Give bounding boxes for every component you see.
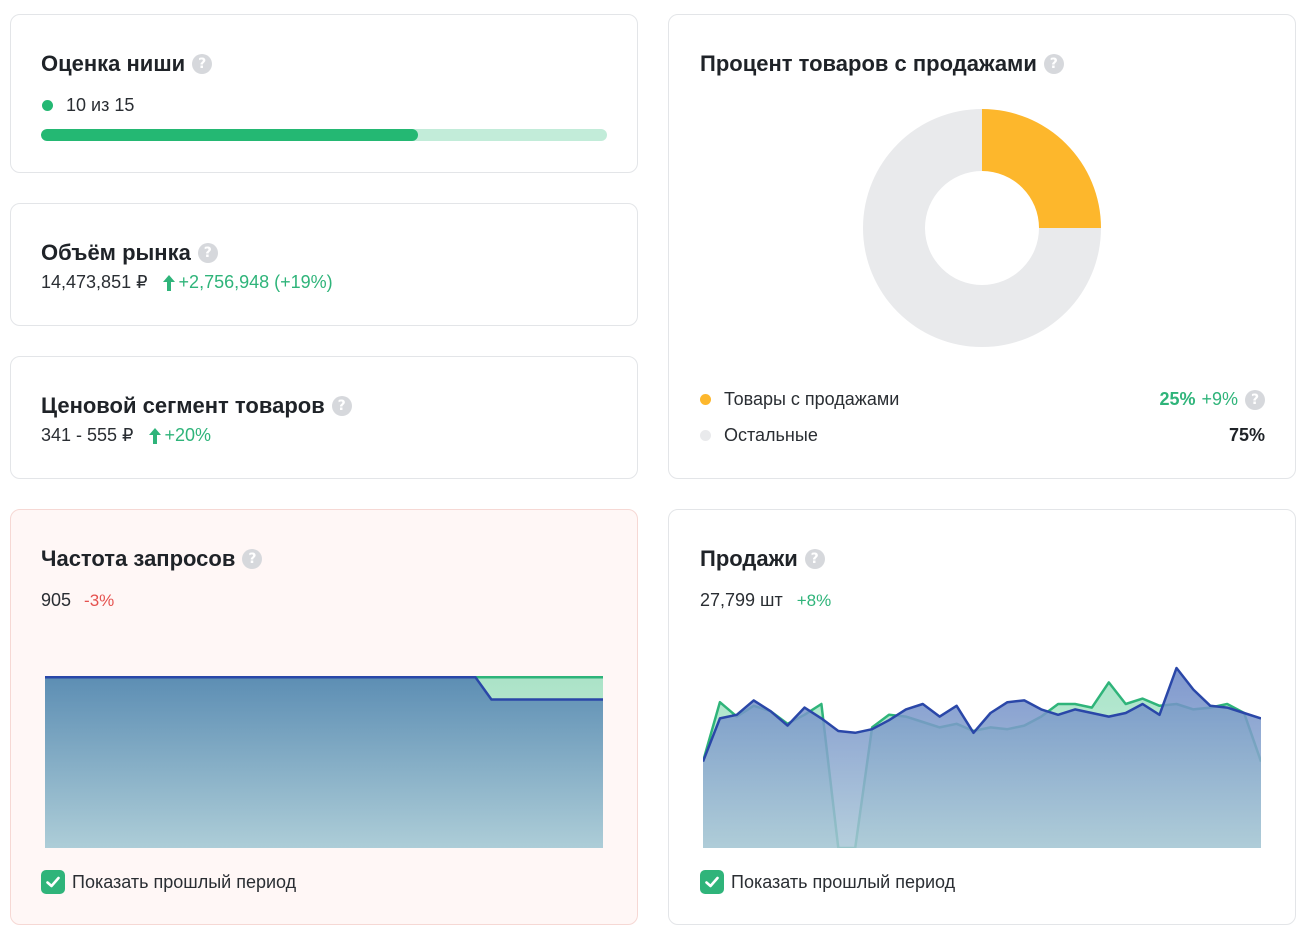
market-volume-title: Объём рынка ? bbox=[41, 240, 218, 266]
niche-score-value: 10 из 15 bbox=[41, 95, 134, 116]
help-icon[interactable]: ? bbox=[1043, 54, 1064, 74]
help-icon[interactable]: ? bbox=[197, 243, 218, 263]
price-segment-title-text: Ценовой сегмент товаров bbox=[41, 393, 325, 418]
legend-label: Остальные bbox=[724, 425, 818, 445]
arrow-up-icon bbox=[162, 274, 175, 291]
legend-item-others: Остальные bbox=[700, 425, 818, 446]
sales-count: 27,799 шт bbox=[700, 590, 783, 610]
query-frequency-area-chart bbox=[45, 676, 603, 848]
niche-score-title: Оценка ниши ? bbox=[41, 51, 213, 77]
show-previous-period-label: Показать прошлый период bbox=[72, 871, 297, 892]
area-fill-current bbox=[703, 668, 1261, 848]
help-icon[interactable]: ? bbox=[192, 54, 213, 74]
sales-share-title-text: Процент товаров с продажами bbox=[700, 51, 1037, 76]
query-frequency-value: 905 -3% bbox=[41, 590, 114, 611]
query-frequency-title: Частота запросов ? bbox=[41, 546, 263, 572]
help-icon[interactable]: ? bbox=[1245, 389, 1265, 410]
price-segment-value: 341 - 555 ₽ +20% bbox=[41, 425, 211, 446]
sales-card: Продажи ? 27,799 шт +8% Показать прошлый… bbox=[668, 509, 1296, 925]
niche-score-card: Оценка ниши ? 10 из 15 bbox=[10, 14, 638, 173]
legend-percent: 75% bbox=[1228, 425, 1265, 445]
help-icon[interactable]: ? bbox=[242, 549, 263, 569]
legend-percent: 25% bbox=[1159, 389, 1196, 409]
checkbox-checked-icon[interactable] bbox=[700, 870, 724, 894]
legend-item-with-sales: Товары с продажами bbox=[700, 389, 899, 410]
help-icon[interactable]: ? bbox=[331, 396, 352, 416]
niche-score-progress bbox=[41, 129, 607, 141]
query-frequency-title-text: Частота запросов bbox=[41, 546, 236, 571]
show-previous-period-toggle[interactable]: Показать прошлый период bbox=[41, 870, 296, 894]
market-volume-change: +2,756,948 (+19%) bbox=[178, 272, 333, 292]
help-icon[interactable]: ? bbox=[804, 549, 825, 569]
price-segment-change: +20% bbox=[164, 425, 212, 445]
legend-value-others: 75% bbox=[1229, 425, 1265, 446]
area-fill-current bbox=[45, 677, 603, 848]
query-frequency-count: 905 bbox=[41, 590, 72, 610]
sales-share-card: Процент товаров с продажами ? Товары с п… bbox=[668, 14, 1296, 479]
sales-share-title: Процент товаров с продажами ? bbox=[700, 51, 1064, 77]
legend-value-with-sales: 25% +9% ? bbox=[1159, 389, 1265, 410]
niche-score-progress-fill bbox=[41, 129, 419, 141]
checkbox-checked-icon[interactable] bbox=[41, 870, 65, 894]
arrow-up-icon bbox=[148, 427, 161, 444]
price-segment-range: 341 - 555 ₽ bbox=[41, 425, 134, 445]
legend-label: Товары с продажами bbox=[724, 389, 900, 409]
status-dot-icon bbox=[42, 100, 53, 111]
market-volume-title-text: Объём рынка bbox=[41, 240, 191, 265]
sales-change: +8% bbox=[796, 590, 832, 610]
market-volume-card: Объём рынка ? 14,473,851 ₽ +2,756,948 (+… bbox=[10, 203, 638, 326]
sales-value: 27,799 шт +8% bbox=[700, 590, 831, 611]
legend-dot-icon bbox=[700, 394, 711, 405]
niche-score-title-text: Оценка ниши bbox=[41, 51, 186, 76]
sales-title: Продажи ? bbox=[700, 546, 825, 572]
niche-score-text: 10 из 15 bbox=[66, 95, 135, 115]
sales-share-donut-chart bbox=[863, 109, 1101, 347]
query-frequency-card: Частота запросов ? 905 -3% Показать прош… bbox=[10, 509, 638, 925]
market-volume-value: 14,473,851 ₽ +2,756,948 (+19%) bbox=[41, 272, 333, 293]
legend-dot-icon bbox=[700, 430, 711, 441]
sales-title-text: Продажи bbox=[700, 546, 798, 571]
show-previous-period-label: Показать прошлый период bbox=[731, 871, 956, 892]
price-segment-card: Ценовой сегмент товаров ? 341 - 555 ₽ +2… bbox=[10, 356, 638, 479]
query-frequency-change: -3% bbox=[84, 590, 115, 610]
market-volume-amount: 14,473,851 ₽ bbox=[41, 272, 148, 292]
donut-slice-0[interactable] bbox=[982, 109, 1101, 228]
sales-area-chart bbox=[703, 666, 1261, 848]
price-segment-title: Ценовой сегмент товаров ? bbox=[41, 393, 352, 419]
show-previous-period-toggle[interactable]: Показать прошлый период bbox=[700, 870, 955, 894]
legend-change: +9% bbox=[1201, 389, 1238, 409]
